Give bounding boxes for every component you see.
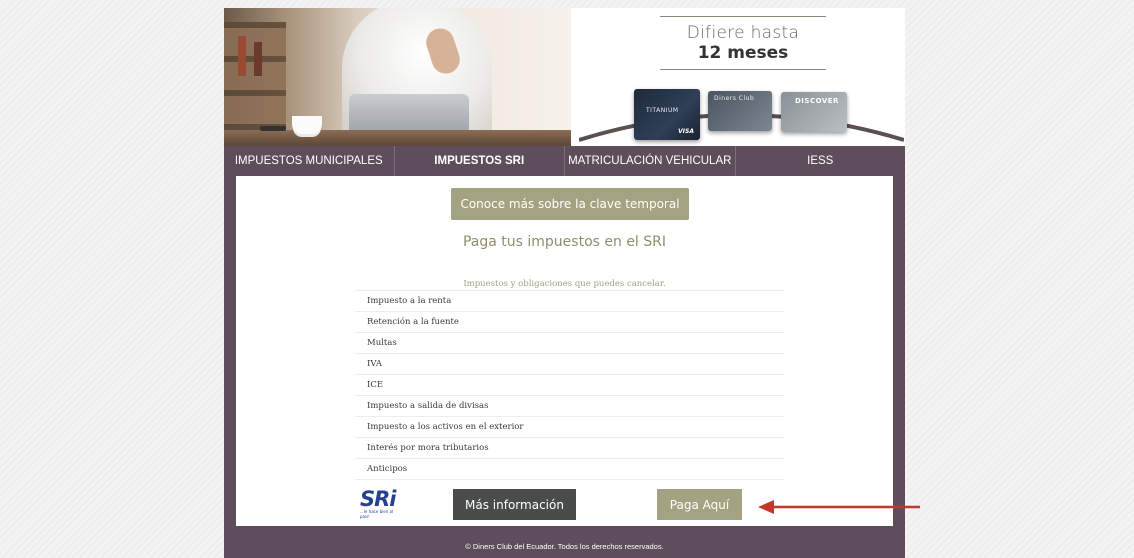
- obligation-item: Interés por mora tributarios: [355, 438, 784, 459]
- promo-text: Difiere hasta 12 meses: [660, 16, 826, 70]
- more-info-button[interactable]: Más información: [453, 489, 576, 520]
- card-network-label: VISA: [678, 128, 694, 135]
- coffee-cup-graphic: [292, 116, 322, 134]
- obligations-list: Impuesto a la renta Retención a la fuente…: [355, 290, 784, 480]
- tab-iess[interactable]: IESS: [736, 146, 906, 176]
- titanium-card-image: TITANIUM VISA: [634, 89, 700, 140]
- laptop-graphic: [349, 94, 469, 134]
- pay-here-button[interactable]: Paga Aquí: [657, 489, 742, 520]
- book-graphic: [254, 42, 262, 76]
- obligations-subtitle: Impuestos y obligaciones que puedes canc…: [463, 279, 666, 289]
- page-title: Paga tus impuestos en el SRI: [462, 234, 667, 250]
- tab-impuestos-sri[interactable]: IMPUESTOS SRI: [395, 146, 565, 176]
- obligation-item: Impuesto a los activos en el exterior: [355, 417, 784, 438]
- main-nav: IMPUESTOS MUNICIPALES IMPUESTOS SRI MATR…: [224, 146, 905, 176]
- obligation-item: Impuesto a salida de divisas: [355, 396, 784, 417]
- diners-card-image: Diners Club: [708, 91, 772, 131]
- discover-card-image: DISCOVER: [781, 92, 847, 132]
- obligation-item: Retención a la fuente: [355, 312, 784, 333]
- promo-banner[interactable]: Difiere hasta 12 meses TITANIUM VISA Din…: [224, 8, 905, 146]
- card-brand-label: DISCOVER: [795, 97, 839, 105]
- page-container: Difiere hasta 12 meses TITANIUM VISA Din…: [224, 8, 905, 558]
- content-panel: Conoce más sobre la clave temporal Paga …: [236, 176, 893, 526]
- promo-line2: 12 meses: [697, 43, 789, 63]
- tab-matriculacion-vehicular[interactable]: MATRICULACIÓN VEHICULAR: [565, 146, 736, 176]
- promo-divider: [660, 16, 826, 17]
- card-brand-label: Diners Club: [714, 95, 755, 102]
- obligation-item: Multas: [355, 333, 784, 354]
- arrow-icon: [758, 500, 920, 514]
- phone-graphic: [260, 126, 286, 131]
- sri-logo-text: SRi: [360, 487, 397, 511]
- book-graphic: [238, 36, 246, 76]
- sri-logo: SRi ...le hace bien al país!: [360, 487, 400, 520]
- obligation-item: Anticipos: [355, 459, 784, 480]
- banner-photo: [224, 8, 571, 146]
- card-brand-label: TITANIUM: [646, 107, 679, 114]
- clave-temporal-button[interactable]: Conoce más sobre la clave temporal: [451, 188, 689, 220]
- footer-copyright: © Diners Club del Ecuador. Todos los der…: [465, 542, 664, 551]
- bookshelf-graphic: [224, 22, 286, 142]
- obligation-item: IVA: [355, 354, 784, 375]
- promo-divider: [660, 69, 826, 70]
- promo-line1: Difiere hasta: [686, 23, 800, 43]
- obligation-item: Impuesto a la renta: [355, 291, 784, 312]
- obligation-item: ICE: [355, 375, 784, 396]
- tab-impuestos-municipales[interactable]: IMPUESTOS MUNICIPALES: [224, 146, 395, 176]
- desk-graphic: [224, 130, 571, 146]
